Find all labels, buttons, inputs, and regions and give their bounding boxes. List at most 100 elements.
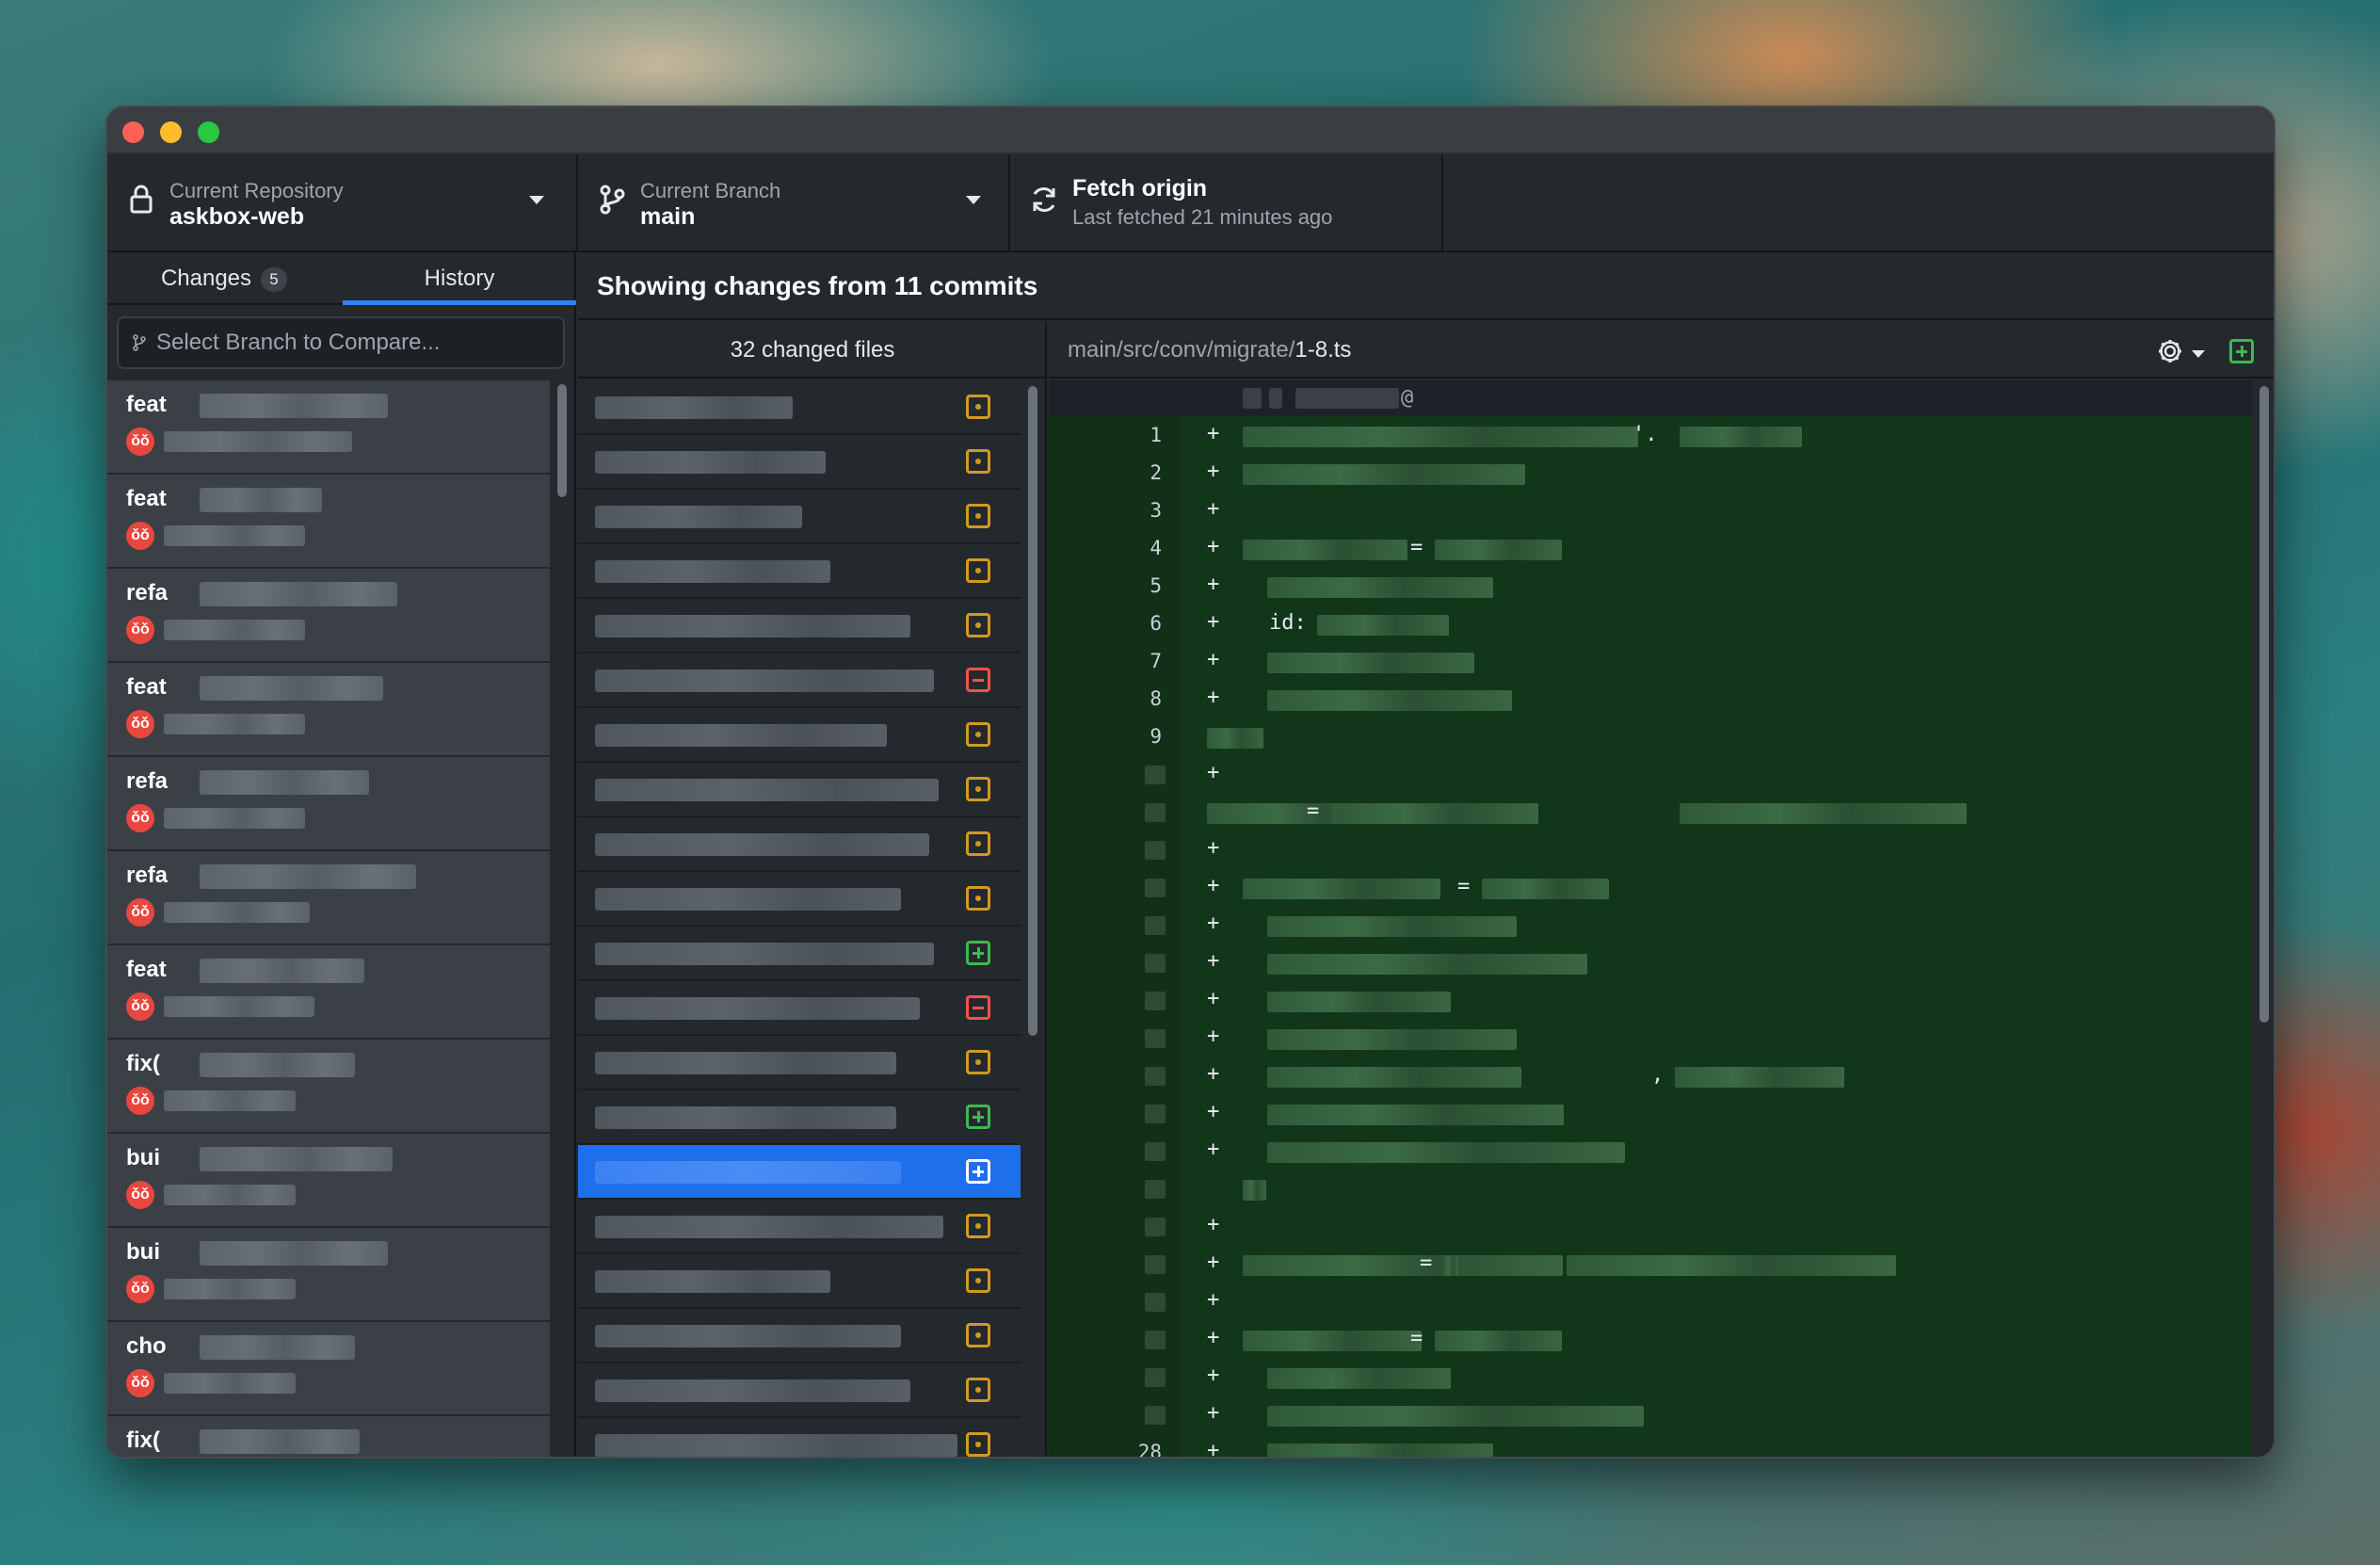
file-row[interactable]	[578, 544, 1021, 599]
file-row[interactable]	[578, 490, 1021, 544]
diff-line[interactable]: +	[1049, 1094, 2252, 1132]
commit-list-scrollbar[interactable]	[557, 384, 567, 497]
commit-title-redacted	[200, 394, 388, 418]
diff-line[interactable]: 6 + id:	[1049, 605, 2252, 642]
file-name-redacted	[595, 560, 830, 583]
current-repository-button[interactable]: Current Repository askbox-web	[107, 154, 578, 250]
file-row[interactable]	[578, 1200, 1021, 1254]
line-number-redacted	[1145, 1331, 1166, 1349]
file-row[interactable]	[578, 708, 1021, 763]
modified-icon	[966, 558, 990, 583]
code-text: =	[1457, 875, 1471, 898]
diff-line[interactable]: +,	[1049, 1057, 2252, 1094]
diff-line[interactable]: 3 +	[1049, 492, 2252, 529]
file-row[interactable]	[578, 817, 1021, 872]
branch-icon	[600, 185, 625, 215]
file-row[interactable]	[578, 1309, 1021, 1363]
line-number-redacted	[1145, 1255, 1166, 1274]
author-avatar: ǒǒ	[126, 804, 154, 832]
commit-item[interactable]: feat ǒǒ	[107, 945, 550, 1040]
commit-item[interactable]: refa ǒǒ	[107, 851, 550, 945]
commit-item[interactable]: fix(ǒǒ	[107, 1040, 550, 1134]
diff-line[interactable]: 4 + =	[1049, 529, 2252, 567]
diff-line[interactable]: +	[1049, 1358, 2252, 1396]
commit-item[interactable]: fix(ǒǒ	[107, 1416, 550, 1457]
fetch-origin-button[interactable]: Fetch origin Last fetched 21 minutes ago	[1010, 154, 1443, 250]
diff-line[interactable]: +	[1049, 906, 2252, 944]
gear-icon[interactable]	[2156, 337, 2184, 365]
expand-all-icon[interactable]	[2229, 339, 2254, 363]
lock-icon	[130, 185, 153, 214]
diff-line[interactable]: 2 +	[1049, 454, 2252, 492]
diff-line[interactable]: +	[1049, 1396, 2252, 1433]
fetch-origin-label: Fetch origin	[1072, 175, 1208, 202]
zoom-window-button[interactable]	[198, 121, 219, 143]
minimize-window-button[interactable]	[160, 121, 182, 143]
author-avatar: ǒǒ	[126, 710, 154, 738]
diff-line[interactable]: +	[1049, 831, 2252, 868]
file-row[interactable]	[578, 435, 1021, 490]
diff-line[interactable]: 7 +	[1049, 642, 2252, 680]
file-row[interactable]	[578, 380, 1021, 435]
file-name-redacted	[595, 615, 910, 637]
diff-scrollbar[interactable]	[2259, 386, 2269, 1023]
diff-line[interactable]: +	[1049, 1207, 2252, 1245]
line-number-redacted	[1145, 992, 1166, 1010]
close-window-button[interactable]	[122, 121, 144, 143]
diff-line[interactable]: =	[1049, 793, 2252, 831]
file-row[interactable]	[578, 927, 1021, 981]
history-header: Showing changes from 11 commits	[578, 252, 2274, 320]
commit-item[interactable]: bui ǒǒ	[107, 1228, 550, 1322]
diff-line[interactable]: 5 +	[1049, 567, 2252, 605]
commit-item[interactable]: feat ǒǒ	[107, 380, 550, 475]
compare-branch-input[interactable]: Select Branch to Compare...	[117, 316, 565, 369]
file-row[interactable]	[578, 872, 1021, 927]
code-text: id:	[1269, 611, 1307, 635]
file-row[interactable]	[578, 1363, 1021, 1418]
hunk-marker: @	[1401, 386, 1414, 410]
commit-item[interactable]: refa ǒǒ	[107, 757, 550, 851]
chevron-down-icon[interactable]	[2192, 350, 2205, 358]
file-row[interactable]	[578, 981, 1021, 1036]
file-row[interactable]	[578, 1254, 1021, 1309]
diff-line[interactable]: 28 +	[1049, 1433, 2252, 1457]
file-name-redacted	[595, 779, 939, 801]
diff-line[interactable]	[1049, 1170, 2252, 1207]
diff-line[interactable]: +	[1049, 1019, 2252, 1057]
line-number: 4	[1150, 537, 1162, 559]
diff-line[interactable]: +	[1049, 1132, 2252, 1170]
added-line-marker: +	[1207, 1326, 1220, 1349]
diff-line[interactable]: 9	[1049, 718, 2252, 755]
diff-line[interactable]: +	[1049, 944, 2252, 981]
file-name-redacted	[595, 1052, 896, 1074]
file-row[interactable]	[578, 1145, 1021, 1200]
added-line-marker: +	[1207, 1401, 1220, 1425]
diff-line[interactable]: +	[1049, 1283, 2252, 1320]
file-row[interactable]	[578, 1036, 1021, 1090]
commit-item[interactable]: refa ǒǒ	[107, 569, 550, 663]
commit-item[interactable]: cho ǒǒ	[107, 1322, 550, 1416]
commit-item[interactable]: feat ǒǒ	[107, 663, 550, 757]
commit-item[interactable]: bui ǒǒ	[107, 1134, 550, 1228]
file-row[interactable]	[578, 763, 1021, 817]
diff-line[interactable]: +	[1049, 755, 2252, 793]
deleted-icon	[966, 668, 990, 692]
diff-line[interactable]: + =	[1049, 1320, 2252, 1358]
tab-changes[interactable]: Changes 5	[107, 252, 341, 305]
file-row[interactable]	[578, 1090, 1021, 1145]
file-list-scrollbar[interactable]	[1028, 386, 1037, 1036]
diff-line[interactable]: 1 + '.	[1049, 416, 2252, 454]
code-redacted	[1267, 1067, 1521, 1088]
diff-line[interactable]: +	[1049, 981, 2252, 1019]
diff-line[interactable]: 8 +	[1049, 680, 2252, 718]
diff-line[interactable]: + =	[1049, 868, 2252, 906]
diff-line[interactable]: + =	[1049, 1245, 2252, 1283]
commit-item[interactable]: feat ǒǒ	[107, 475, 550, 569]
file-row[interactable]	[578, 1418, 1021, 1457]
file-row[interactable]	[578, 653, 1021, 708]
current-branch-button[interactable]: Current Branch main	[578, 154, 1010, 250]
tab-history[interactable]: History	[343, 252, 576, 305]
file-row[interactable]	[578, 599, 1021, 653]
diff-hunk-header[interactable]: @	[1049, 380, 2252, 416]
commit-title-redacted	[200, 1429, 360, 1454]
